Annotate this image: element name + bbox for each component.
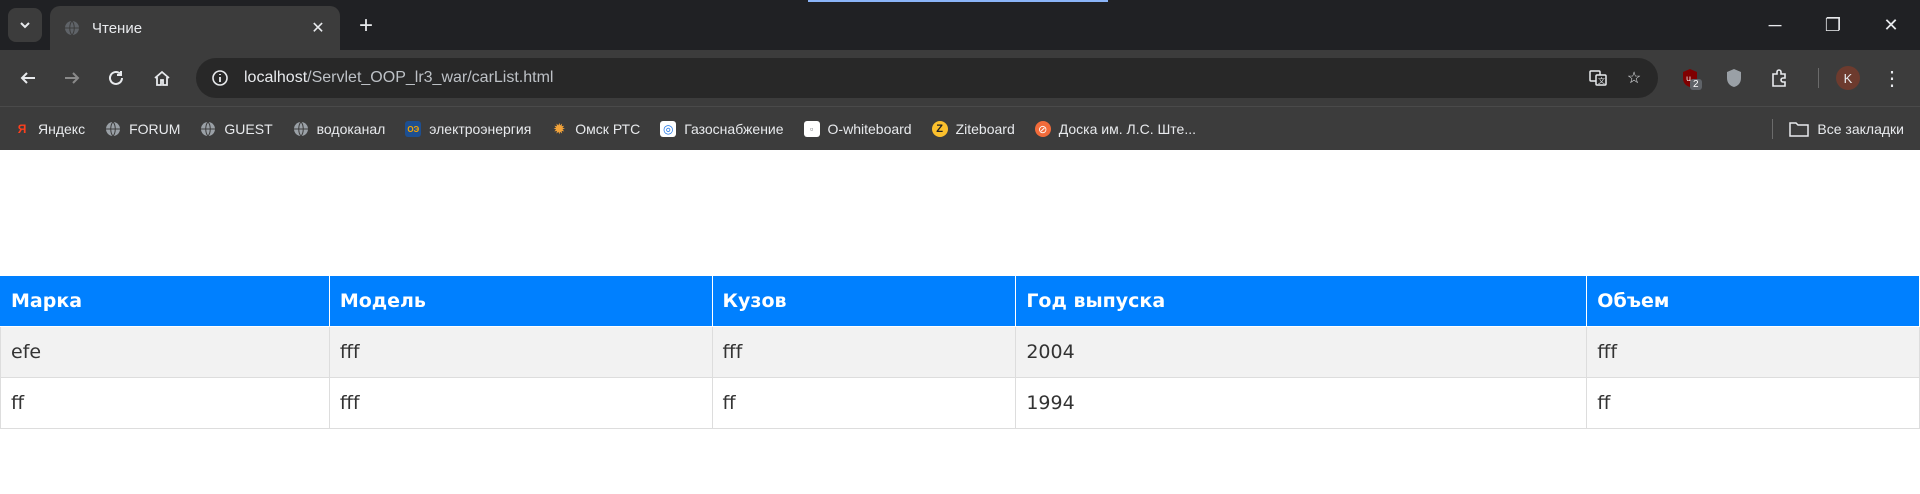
globe-icon — [201, 121, 216, 137]
tab-active[interactable]: Чтение ✕ — [50, 6, 340, 50]
profile-button[interactable]: K — [1832, 62, 1864, 94]
restore-icon[interactable]: ❐ — [1804, 0, 1862, 50]
tab-search-button[interactable] — [8, 8, 42, 42]
car-list-table: Марка Модель Кузов Год выпуска Объем efe… — [0, 276, 1920, 429]
bookmark-item[interactable]: Z Ziteboard — [931, 121, 1015, 137]
window-controls: ─ ❐ ✕ — [1746, 0, 1920, 50]
bookmark-label: GUEST — [224, 121, 273, 137]
browser-toolbar: localhost/Servlet_OOP_lr3_war/carList.ht… — [0, 50, 1920, 106]
arrow-right-icon — [65, 72, 80, 84]
browser-chrome: Чтение ✕ + ─ ❐ ✕ localhost/Servlet_OOP_l… — [0, 0, 1920, 151]
page-content: Марка Модель Кузов Год выпуска Объем efe… — [0, 150, 1920, 494]
url-path: /Servlet_OOP_lr3_war/carList.html — [307, 69, 554, 86]
site-info-icon[interactable] — [206, 64, 234, 92]
avatar: K — [1836, 66, 1860, 90]
bookmark-item[interactable]: водоканал — [293, 121, 386, 137]
bookmarks-divider — [1772, 119, 1774, 139]
tab-strip: Чтение ✕ + ─ ❐ ✕ — [0, 0, 1920, 50]
bookmark-item[interactable]: ◎ Газоснабжение — [660, 121, 784, 137]
extension-badge: 2 — [1690, 79, 1702, 90]
table-header-row: Марка Модель Кузов Год выпуска Объем — [0, 276, 1920, 327]
column-header-year: Год выпуска — [1015, 276, 1588, 327]
bookmark-label: Ziteboard — [955, 121, 1015, 137]
chevron-down-icon — [20, 22, 30, 29]
table-cell: ff — [711, 377, 1017, 429]
bookmark-label: электроэнергия — [429, 121, 532, 137]
address-bar-actions: 文 ☆ — [1584, 64, 1648, 92]
column-header-body: Кузов — [711, 276, 1017, 327]
bookmark-item[interactable]: ОЭ электроэнергия — [405, 121, 531, 137]
all-bookmarks-button[interactable]: Все закладки — [1772, 107, 1904, 151]
column-header-volume: Объем — [1586, 276, 1920, 327]
bookmark-label: водоканал — [316, 121, 386, 137]
home-button[interactable] — [146, 62, 178, 94]
bookmark-label: Доска им. Л.С. Ште... — [1058, 121, 1197, 137]
close-tab-icon[interactable]: ✕ — [306, 16, 330, 40]
omsk-energy-icon: ОЭ — [405, 121, 422, 137]
menu-button[interactable]: ⋮ — [1876, 62, 1908, 94]
bookmark-star-icon[interactable]: ☆ — [1620, 64, 1648, 92]
gas-icon: ◎ — [660, 121, 677, 137]
bookmark-item[interactable]: GUEST — [200, 121, 273, 137]
ublock-extension-button[interactable]: u 2 — [1674, 62, 1706, 94]
minimize-icon[interactable]: ─ — [1746, 0, 1804, 50]
all-bookmarks-label: Все закладки — [1817, 121, 1904, 137]
reload-icon — [109, 70, 123, 85]
bookmark-item[interactable]: ✹ Омск РТС — [551, 121, 641, 138]
avatar-initial: K — [1843, 70, 1853, 86]
ziteboard-icon: Z — [931, 121, 948, 137]
bookmark-label: FORUM — [129, 121, 181, 137]
shield-icon — [1727, 69, 1741, 87]
table-cell: fff — [328, 326, 713, 378]
board-icon: ⊘ — [1034, 121, 1051, 137]
bookmark-item[interactable]: ▫ O-whiteboard — [803, 121, 912, 137]
arrow-left-icon — [20, 72, 35, 84]
back-button[interactable] — [12, 62, 44, 94]
bookmark-label: Яндекс — [38, 121, 86, 137]
table-cell: 1994 — [1015, 377, 1588, 429]
forward-button[interactable] — [56, 62, 88, 94]
sun-icon: ✹ — [553, 121, 566, 138]
svg-text:文: 文 — [1598, 76, 1605, 85]
home-icon — [154, 70, 170, 86]
bookmark-label: Омск РТС — [575, 121, 641, 137]
bookmark-label: Газоснабжение — [684, 121, 784, 137]
translate-icon[interactable]: 文 — [1584, 64, 1612, 92]
column-header-model: Модель — [328, 276, 713, 327]
bookmarks-bar: Я Яндекс FORUM GUEST водоканал ОЭ электр… — [0, 106, 1920, 151]
table-row: efe fff fff 2004 fff — [0, 326, 1920, 378]
table-cell: ff — [0, 377, 330, 429]
table-cell: efe — [0, 326, 330, 378]
folder-icon — [1789, 122, 1810, 137]
table-cell: 2004 — [1015, 326, 1588, 378]
globe-icon — [293, 121, 308, 137]
globe-icon — [106, 121, 121, 137]
whiteboard-icon: ▫ — [803, 121, 820, 137]
table-cell: ff — [1586, 377, 1920, 429]
close-window-icon[interactable]: ✕ — [1862, 0, 1920, 50]
shield-extension-button[interactable] — [1718, 62, 1750, 94]
puzzle-icon — [1772, 69, 1786, 87]
toolbar-divider — [1818, 68, 1819, 88]
loading-indicator — [808, 0, 1108, 2]
bookmark-item[interactable]: ⊘ Доска им. Л.С. Ште... — [1034, 121, 1197, 137]
globe-icon — [65, 20, 79, 36]
table-cell: fff — [711, 326, 1017, 378]
column-header-brand: Марка — [0, 276, 330, 327]
url-text[interactable]: localhost/Servlet_OOP_lr3_war/carList.ht… — [244, 69, 553, 87]
address-bar[interactable]: localhost/Servlet_OOP_lr3_war/carList.ht… — [196, 58, 1658, 98]
kebab-menu-icon: ⋮ — [1882, 67, 1902, 90]
table-row: ff fff ff 1994 ff — [0, 377, 1920, 429]
table-cell: fff — [328, 377, 713, 429]
table-cell: fff — [1586, 326, 1920, 378]
url-host: localhost — [244, 69, 308, 86]
bookmark-label: O-whiteboard — [827, 121, 912, 137]
new-tab-button[interactable]: + — [352, 12, 380, 40]
bookmark-item[interactable]: Я Яндекс — [14, 121, 85, 137]
extensions-button[interactable] — [1764, 62, 1796, 94]
tab-title: Чтение — [92, 19, 143, 37]
yandex-icon: Я — [17, 122, 27, 136]
reload-button[interactable] — [100, 62, 132, 94]
bookmark-item[interactable]: FORUM — [105, 121, 180, 137]
